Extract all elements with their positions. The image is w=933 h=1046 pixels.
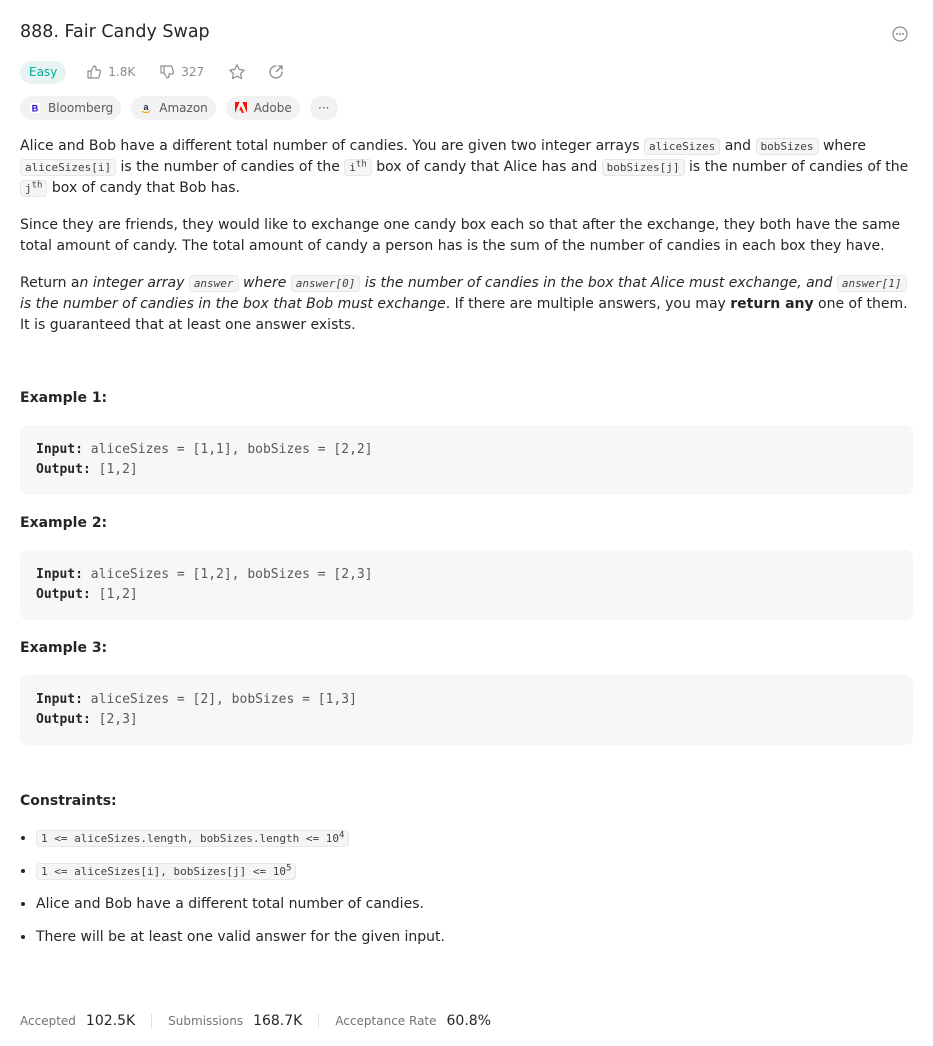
example-title: Example 2: — [20, 515, 108, 531]
thumbs-down-icon — [160, 65, 175, 79]
example-output: [1,2] — [98, 587, 138, 602]
example-title: Example 1: — [20, 390, 108, 406]
thumbs-up-icon — [87, 65, 102, 79]
inline-code: bobSizes — [755, 138, 819, 155]
dislike-button[interactable]: 327 — [159, 64, 204, 80]
acceptance-rate-value: 60.8% — [446, 1013, 491, 1029]
more-companies-button[interactable]: ··· — [309, 96, 338, 120]
example-output: [1,2] — [98, 462, 138, 477]
adobe-logo-icon — [234, 102, 247, 114]
example-block: Input: aliceSizes = [2], bobSizes = [1,3… — [20, 675, 913, 745]
company-tag-bloomberg[interactable]: B Bloomberg — [20, 96, 122, 120]
like-button[interactable]: 1.8K — [86, 64, 135, 80]
constraint-item: There will be at least one valid answer … — [36, 927, 913, 948]
accepted-value: 102.5K — [85, 1013, 136, 1029]
constraints-title: Constraints: — [20, 793, 117, 809]
inline-code: answer[0] — [290, 275, 361, 292]
submission-stats: Accepted 102.5K Submissions 168.7K Accep… — [20, 1013, 491, 1029]
problem-meta-row: Easy 1.8K 327 — [20, 60, 306, 84]
constraint-item: Alice and Bob have a different total num… — [36, 894, 913, 915]
dislike-count: 327 — [181, 65, 205, 79]
inline-code: answer[1] — [836, 275, 907, 292]
company-name: Adobe — [253, 101, 292, 115]
favorite-star-icon[interactable] — [228, 63, 246, 81]
problem-content: Alice and Bob have a different total num… — [20, 136, 913, 960]
example-block: Input: aliceSizes = [1,2], bobSizes = [2… — [20, 550, 913, 620]
description-paragraph-3: Return an integer array answer where ans… — [20, 275, 908, 333]
inline-code: aliceSizes — [644, 138, 721, 155]
company-name: Amazon — [159, 101, 208, 115]
divider — [318, 1014, 320, 1028]
inline-code: jth — [20, 180, 48, 197]
company-tag-amazon[interactable]: a Amazon — [131, 96, 216, 120]
problem-title: 888. Fair Candy Swap — [20, 22, 210, 42]
inline-code: answer — [188, 275, 239, 292]
like-count: 1.8K — [108, 65, 136, 79]
submissions-value: 168.7K — [253, 1013, 303, 1029]
constraint-item: 1 <= aliceSizes[i], bobSizes[j] <= 105 — [36, 861, 913, 882]
company-tags: B Bloomberg a Amazon Adobe ··· — [20, 96, 348, 120]
amazon-logo-icon: a — [140, 102, 152, 114]
divider — [151, 1014, 153, 1028]
acceptance-rate-label: Acceptance Rate — [335, 1014, 437, 1028]
share-icon[interactable] — [268, 64, 284, 80]
description-paragraph-1: Alice and Bob have a different total num… — [20, 138, 909, 197]
constraints-list: 1 <= aliceSizes.length, bobSizes.length … — [20, 828, 913, 948]
description-paragraph-2: Since they are friends, they would like … — [20, 217, 901, 254]
svg-text:B: B — [32, 104, 39, 114]
example-title: Example 3: — [20, 640, 108, 656]
company-name: Bloomberg — [48, 101, 114, 115]
company-tag-adobe[interactable]: Adobe — [225, 96, 300, 120]
example-block: Input: aliceSizes = [1,1], bobSizes = [2… — [20, 425, 913, 495]
example-input: aliceSizes = [1,1], bobSizes = [2,2] — [90, 442, 373, 457]
more-options-icon[interactable] — [892, 26, 908, 42]
submissions-label: Submissions — [168, 1014, 244, 1028]
ellipsis-icon: ··· — [318, 101, 330, 115]
constraint-item: 1 <= aliceSizes.length, bobSizes.length … — [36, 828, 913, 849]
inline-code: bobSizes[j] — [601, 159, 685, 176]
accepted-label: Accepted — [20, 1014, 76, 1028]
problem-description-panel: 888. Fair Candy Swap Easy 1.8K 327 B Blo… — [0, 0, 933, 1046]
example-input: aliceSizes = [1,2], bobSizes = [2,3] — [90, 567, 373, 582]
example-input: aliceSizes = [2], bobSizes = [1,3] — [90, 692, 357, 707]
inline-code: aliceSizes[i] — [20, 159, 117, 176]
inline-code: ith — [344, 159, 372, 176]
bloomberg-logo-icon: B — [29, 102, 41, 114]
example-output: [2,3] — [98, 712, 138, 727]
svg-text:a: a — [144, 102, 150, 112]
difficulty-badge: Easy — [20, 60, 67, 84]
